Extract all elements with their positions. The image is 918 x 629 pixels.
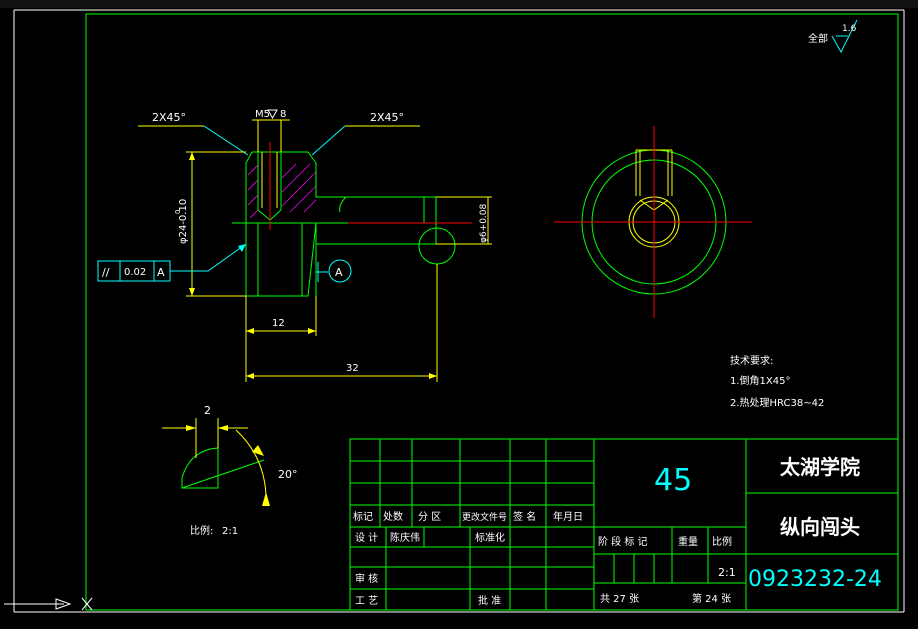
svg-text:年月日: 年月日 xyxy=(553,510,583,523)
svg-text:标记: 标记 xyxy=(353,511,373,523)
svg-text:φ24-0.10: φ24-0.10 xyxy=(178,199,189,244)
dim-dia-24: φ24-0.10 0 xyxy=(174,151,246,297)
svg-text:32: 32 xyxy=(346,363,359,374)
svg-text:20°: 20° xyxy=(278,468,298,481)
svg-text:45: 45 xyxy=(654,463,692,498)
svg-text:技术要求:: 技术要求: xyxy=(730,354,773,367)
svg-text:批 准: 批 准 xyxy=(478,594,501,607)
front-view: 2X45° 2X45° M5 8 φ24-0.10 0 φ6+0.08 12 3… xyxy=(97,109,492,382)
svg-text://: // xyxy=(102,266,110,279)
svg-text:比例: 比例 xyxy=(712,535,732,548)
front-centerlines xyxy=(269,142,472,230)
svg-text:2X45°: 2X45° xyxy=(152,111,186,124)
tech-requirements: 技术要求: 1.倒角1X45° 2.热处理HRC38~42 xyxy=(730,354,824,409)
datum-a: A xyxy=(316,259,352,283)
dim-12: 12 xyxy=(245,296,317,336)
dim-chamfer-left: 2X45° xyxy=(138,111,249,156)
svg-text:重量: 重量 xyxy=(678,535,698,548)
svg-text:处数: 处数 xyxy=(383,510,403,523)
roughness-symbol: 全部 1.6 xyxy=(808,19,858,54)
svg-text:签 名: 签 名 xyxy=(513,510,536,523)
svg-text:0.02: 0.02 xyxy=(124,267,146,278)
svg-text:1.倒角1X45°: 1.倒角1X45° xyxy=(730,375,790,387)
svg-text:设 计: 设 计 xyxy=(355,531,378,544)
svg-text:全部: 全部 xyxy=(808,32,828,45)
svg-text:A: A xyxy=(157,266,165,279)
svg-text:工 艺: 工 艺 xyxy=(355,595,378,607)
svg-text:分 区: 分 区 xyxy=(418,511,441,523)
svg-text:2X45°: 2X45° xyxy=(370,111,404,124)
svg-text:纵向闯头: 纵向闯头 xyxy=(780,515,860,539)
title-block-text: 45 太湖学院 纵向闯头 0923232-24 2:1 标记 处数 分 区 更改… xyxy=(353,455,882,607)
svg-text:共 27 张: 共 27 张 xyxy=(600,593,639,605)
svg-text:0: 0 xyxy=(174,210,182,214)
svg-text:2:1: 2:1 xyxy=(718,566,736,579)
svg-text:2: 2 xyxy=(204,404,211,417)
svg-text:0923232-24: 0923232-24 xyxy=(748,567,882,592)
dim-dia-6: φ6+0.08 xyxy=(436,196,492,245)
svg-text:陈庆伟: 陈庆伟 xyxy=(390,531,420,544)
svg-text:2.热处理HRC38~42: 2.热处理HRC38~42 xyxy=(730,396,824,409)
svg-text:M5: M5 xyxy=(255,109,270,120)
side-view xyxy=(554,126,752,318)
svg-text:太湖学院: 太湖学院 xyxy=(780,455,860,479)
svg-text:φ6+0.08: φ6+0.08 xyxy=(479,203,489,243)
tolerance-frame: // 0.02 A xyxy=(97,243,247,282)
svg-text:12: 12 xyxy=(272,318,285,329)
svg-text:标准化: 标准化 xyxy=(475,531,505,544)
svg-text:2:1: 2:1 xyxy=(222,526,238,537)
svg-text:8: 8 xyxy=(280,109,286,120)
ucs-icon xyxy=(4,597,93,611)
svg-text:更改文件号: 更改文件号 xyxy=(462,511,507,523)
svg-text:A: A xyxy=(335,266,343,279)
svg-text:第 24 张: 第 24 张 xyxy=(692,592,731,605)
svg-text:审 核: 审 核 xyxy=(355,572,378,585)
detail-view: 2 20° 比例: 2:1 xyxy=(162,404,298,537)
svg-text:比例:: 比例: xyxy=(190,524,213,537)
dim-thread: M5 8 xyxy=(252,109,290,152)
front-outline xyxy=(232,151,456,297)
drawing-frame xyxy=(13,9,905,613)
cad-drawing-canvas[interactable]: 全部 1.6 2X45° 2X45° M5 8 φ24-0.10 0 φ6+0.… xyxy=(0,0,918,629)
svg-text:阶 段 标 记: 阶 段 标 记 xyxy=(598,535,648,548)
dim-chamfer-right: 2X45° xyxy=(311,111,420,156)
svg-text:1.6: 1.6 xyxy=(842,24,857,34)
